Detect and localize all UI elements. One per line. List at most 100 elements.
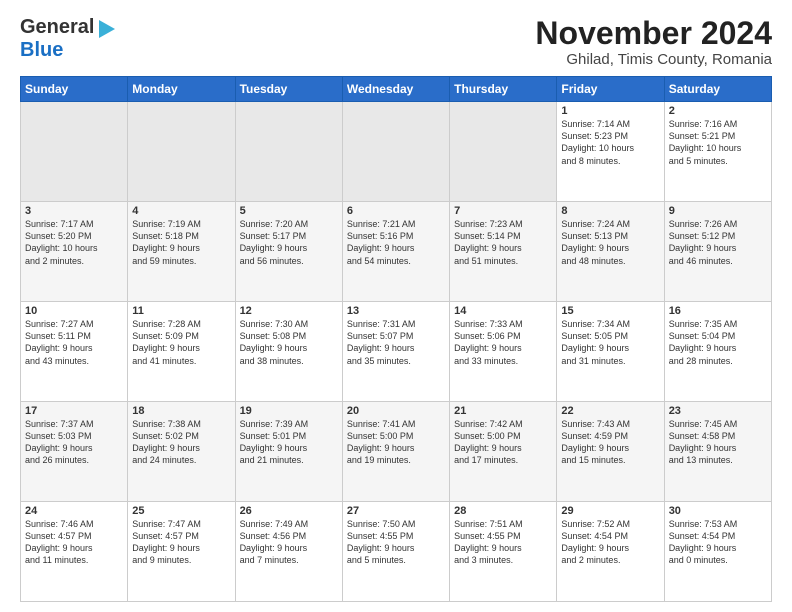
day-number: 12 (240, 305, 338, 317)
day-info: Sunrise: 7:31 AM Sunset: 5:07 PM Dayligh… (347, 318, 445, 367)
calendar-week-row: 24Sunrise: 7:46 AM Sunset: 4:57 PM Dayli… (21, 502, 772, 602)
calendar-day-cell (342, 102, 449, 202)
calendar-day-cell: 8Sunrise: 7:24 AM Sunset: 5:13 PM Daylig… (557, 202, 664, 302)
calendar-day-cell: 3Sunrise: 7:17 AM Sunset: 5:20 PM Daylig… (21, 202, 128, 302)
calendar-day-cell (235, 102, 342, 202)
day-number: 11 (132, 305, 230, 317)
calendar-day-cell: 27Sunrise: 7:50 AM Sunset: 4:55 PM Dayli… (342, 502, 449, 602)
day-info: Sunrise: 7:14 AM Sunset: 5:23 PM Dayligh… (561, 118, 659, 167)
calendar-day-cell: 17Sunrise: 7:37 AM Sunset: 5:03 PM Dayli… (21, 402, 128, 502)
day-info: Sunrise: 7:46 AM Sunset: 4:57 PM Dayligh… (25, 518, 123, 567)
page: General Blue November 2024 Ghilad, Timis… (0, 0, 792, 612)
day-info: Sunrise: 7:20 AM Sunset: 5:17 PM Dayligh… (240, 218, 338, 267)
day-info: Sunrise: 7:33 AM Sunset: 5:06 PM Dayligh… (454, 318, 552, 367)
day-number: 25 (132, 505, 230, 517)
day-number: 16 (669, 305, 767, 317)
calendar-day-cell: 2Sunrise: 7:16 AM Sunset: 5:21 PM Daylig… (664, 102, 771, 202)
calendar-day-header: Monday (128, 77, 235, 102)
calendar-week-row: 3Sunrise: 7:17 AM Sunset: 5:20 PM Daylig… (21, 202, 772, 302)
calendar-header-row: SundayMondayTuesdayWednesdayThursdayFrid… (21, 77, 772, 102)
day-number: 14 (454, 305, 552, 317)
day-number: 21 (454, 405, 552, 417)
calendar-day-cell (450, 102, 557, 202)
calendar-day-cell: 18Sunrise: 7:38 AM Sunset: 5:02 PM Dayli… (128, 402, 235, 502)
day-info: Sunrise: 7:24 AM Sunset: 5:13 PM Dayligh… (561, 218, 659, 267)
day-number: 15 (561, 305, 659, 317)
day-number: 20 (347, 405, 445, 417)
day-info: Sunrise: 7:16 AM Sunset: 5:21 PM Dayligh… (669, 118, 767, 167)
day-number: 18 (132, 405, 230, 417)
day-number: 30 (669, 505, 767, 517)
calendar-day-cell: 4Sunrise: 7:19 AM Sunset: 5:18 PM Daylig… (128, 202, 235, 302)
calendar-day-cell: 19Sunrise: 7:39 AM Sunset: 5:01 PM Dayli… (235, 402, 342, 502)
calendar-day-cell: 24Sunrise: 7:46 AM Sunset: 4:57 PM Dayli… (21, 502, 128, 602)
day-number: 29 (561, 505, 659, 517)
calendar-day-cell: 25Sunrise: 7:47 AM Sunset: 4:57 PM Dayli… (128, 502, 235, 602)
day-info: Sunrise: 7:28 AM Sunset: 5:09 PM Dayligh… (132, 318, 230, 367)
day-number: 26 (240, 505, 338, 517)
day-number: 6 (347, 205, 445, 217)
day-info: Sunrise: 7:43 AM Sunset: 4:59 PM Dayligh… (561, 418, 659, 467)
day-number: 27 (347, 505, 445, 517)
calendar-day-cell: 15Sunrise: 7:34 AM Sunset: 5:05 PM Dayli… (557, 302, 664, 402)
calendar-day-cell: 28Sunrise: 7:51 AM Sunset: 4:55 PM Dayli… (450, 502, 557, 602)
day-info: Sunrise: 7:37 AM Sunset: 5:03 PM Dayligh… (25, 418, 123, 467)
day-info: Sunrise: 7:17 AM Sunset: 5:20 PM Dayligh… (25, 218, 123, 267)
day-info: Sunrise: 7:19 AM Sunset: 5:18 PM Dayligh… (132, 218, 230, 267)
day-info: Sunrise: 7:49 AM Sunset: 4:56 PM Dayligh… (240, 518, 338, 567)
day-number: 24 (25, 505, 123, 517)
calendar-day-cell: 30Sunrise: 7:53 AM Sunset: 4:54 PM Dayli… (664, 502, 771, 602)
day-info: Sunrise: 7:47 AM Sunset: 4:57 PM Dayligh… (132, 518, 230, 567)
calendar-day-cell: 29Sunrise: 7:52 AM Sunset: 4:54 PM Dayli… (557, 502, 664, 602)
day-info: Sunrise: 7:30 AM Sunset: 5:08 PM Dayligh… (240, 318, 338, 367)
day-info: Sunrise: 7:50 AM Sunset: 4:55 PM Dayligh… (347, 518, 445, 567)
calendar-day-cell (21, 102, 128, 202)
day-number: 17 (25, 405, 123, 417)
calendar-day-cell: 7Sunrise: 7:23 AM Sunset: 5:14 PM Daylig… (450, 202, 557, 302)
day-number: 13 (347, 305, 445, 317)
day-number: 28 (454, 505, 552, 517)
calendar-day-header: Thursday (450, 77, 557, 102)
day-number: 9 (669, 205, 767, 217)
day-info: Sunrise: 7:38 AM Sunset: 5:02 PM Dayligh… (132, 418, 230, 467)
logo: General Blue (20, 16, 115, 62)
day-info: Sunrise: 7:42 AM Sunset: 5:00 PM Dayligh… (454, 418, 552, 467)
logo-blue-text: Blue (20, 39, 63, 61)
day-number: 1 (561, 105, 659, 117)
logo-general-text: General (20, 16, 94, 39)
calendar-day-header: Saturday (664, 77, 771, 102)
day-number: 19 (240, 405, 338, 417)
calendar-day-cell: 16Sunrise: 7:35 AM Sunset: 5:04 PM Dayli… (664, 302, 771, 402)
day-info: Sunrise: 7:26 AM Sunset: 5:12 PM Dayligh… (669, 218, 767, 267)
day-number: 22 (561, 405, 659, 417)
logo-arrow-icon (99, 20, 115, 38)
day-number: 2 (669, 105, 767, 117)
calendar-day-cell: 22Sunrise: 7:43 AM Sunset: 4:59 PM Dayli… (557, 402, 664, 502)
day-info: Sunrise: 7:27 AM Sunset: 5:11 PM Dayligh… (25, 318, 123, 367)
day-number: 23 (669, 405, 767, 417)
day-number: 8 (561, 205, 659, 217)
calendar-table: SundayMondayTuesdayWednesdayThursdayFrid… (20, 76, 772, 602)
day-number: 4 (132, 205, 230, 217)
calendar-week-row: 10Sunrise: 7:27 AM Sunset: 5:11 PM Dayli… (21, 302, 772, 402)
calendar-day-cell: 26Sunrise: 7:49 AM Sunset: 4:56 PM Dayli… (235, 502, 342, 602)
day-number: 5 (240, 205, 338, 217)
calendar-week-row: 17Sunrise: 7:37 AM Sunset: 5:03 PM Dayli… (21, 402, 772, 502)
day-info: Sunrise: 7:39 AM Sunset: 5:01 PM Dayligh… (240, 418, 338, 467)
day-info: Sunrise: 7:23 AM Sunset: 5:14 PM Dayligh… (454, 218, 552, 267)
calendar-day-cell: 5Sunrise: 7:20 AM Sunset: 5:17 PM Daylig… (235, 202, 342, 302)
calendar-day-cell: 12Sunrise: 7:30 AM Sunset: 5:08 PM Dayli… (235, 302, 342, 402)
calendar-day-cell: 9Sunrise: 7:26 AM Sunset: 5:12 PM Daylig… (664, 202, 771, 302)
day-info: Sunrise: 7:51 AM Sunset: 4:55 PM Dayligh… (454, 518, 552, 567)
calendar-day-header: Sunday (21, 77, 128, 102)
day-number: 3 (25, 205, 123, 217)
calendar-title: November 2024 (535, 16, 772, 51)
calendar-day-cell: 23Sunrise: 7:45 AM Sunset: 4:58 PM Dayli… (664, 402, 771, 502)
day-info: Sunrise: 7:53 AM Sunset: 4:54 PM Dayligh… (669, 518, 767, 567)
calendar-day-cell: 10Sunrise: 7:27 AM Sunset: 5:11 PM Dayli… (21, 302, 128, 402)
day-info: Sunrise: 7:41 AM Sunset: 5:00 PM Dayligh… (347, 418, 445, 467)
day-info: Sunrise: 7:35 AM Sunset: 5:04 PM Dayligh… (669, 318, 767, 367)
calendar-day-cell: 20Sunrise: 7:41 AM Sunset: 5:00 PM Dayli… (342, 402, 449, 502)
header: General Blue November 2024 Ghilad, Timis… (20, 16, 772, 68)
calendar-day-header: Friday (557, 77, 664, 102)
